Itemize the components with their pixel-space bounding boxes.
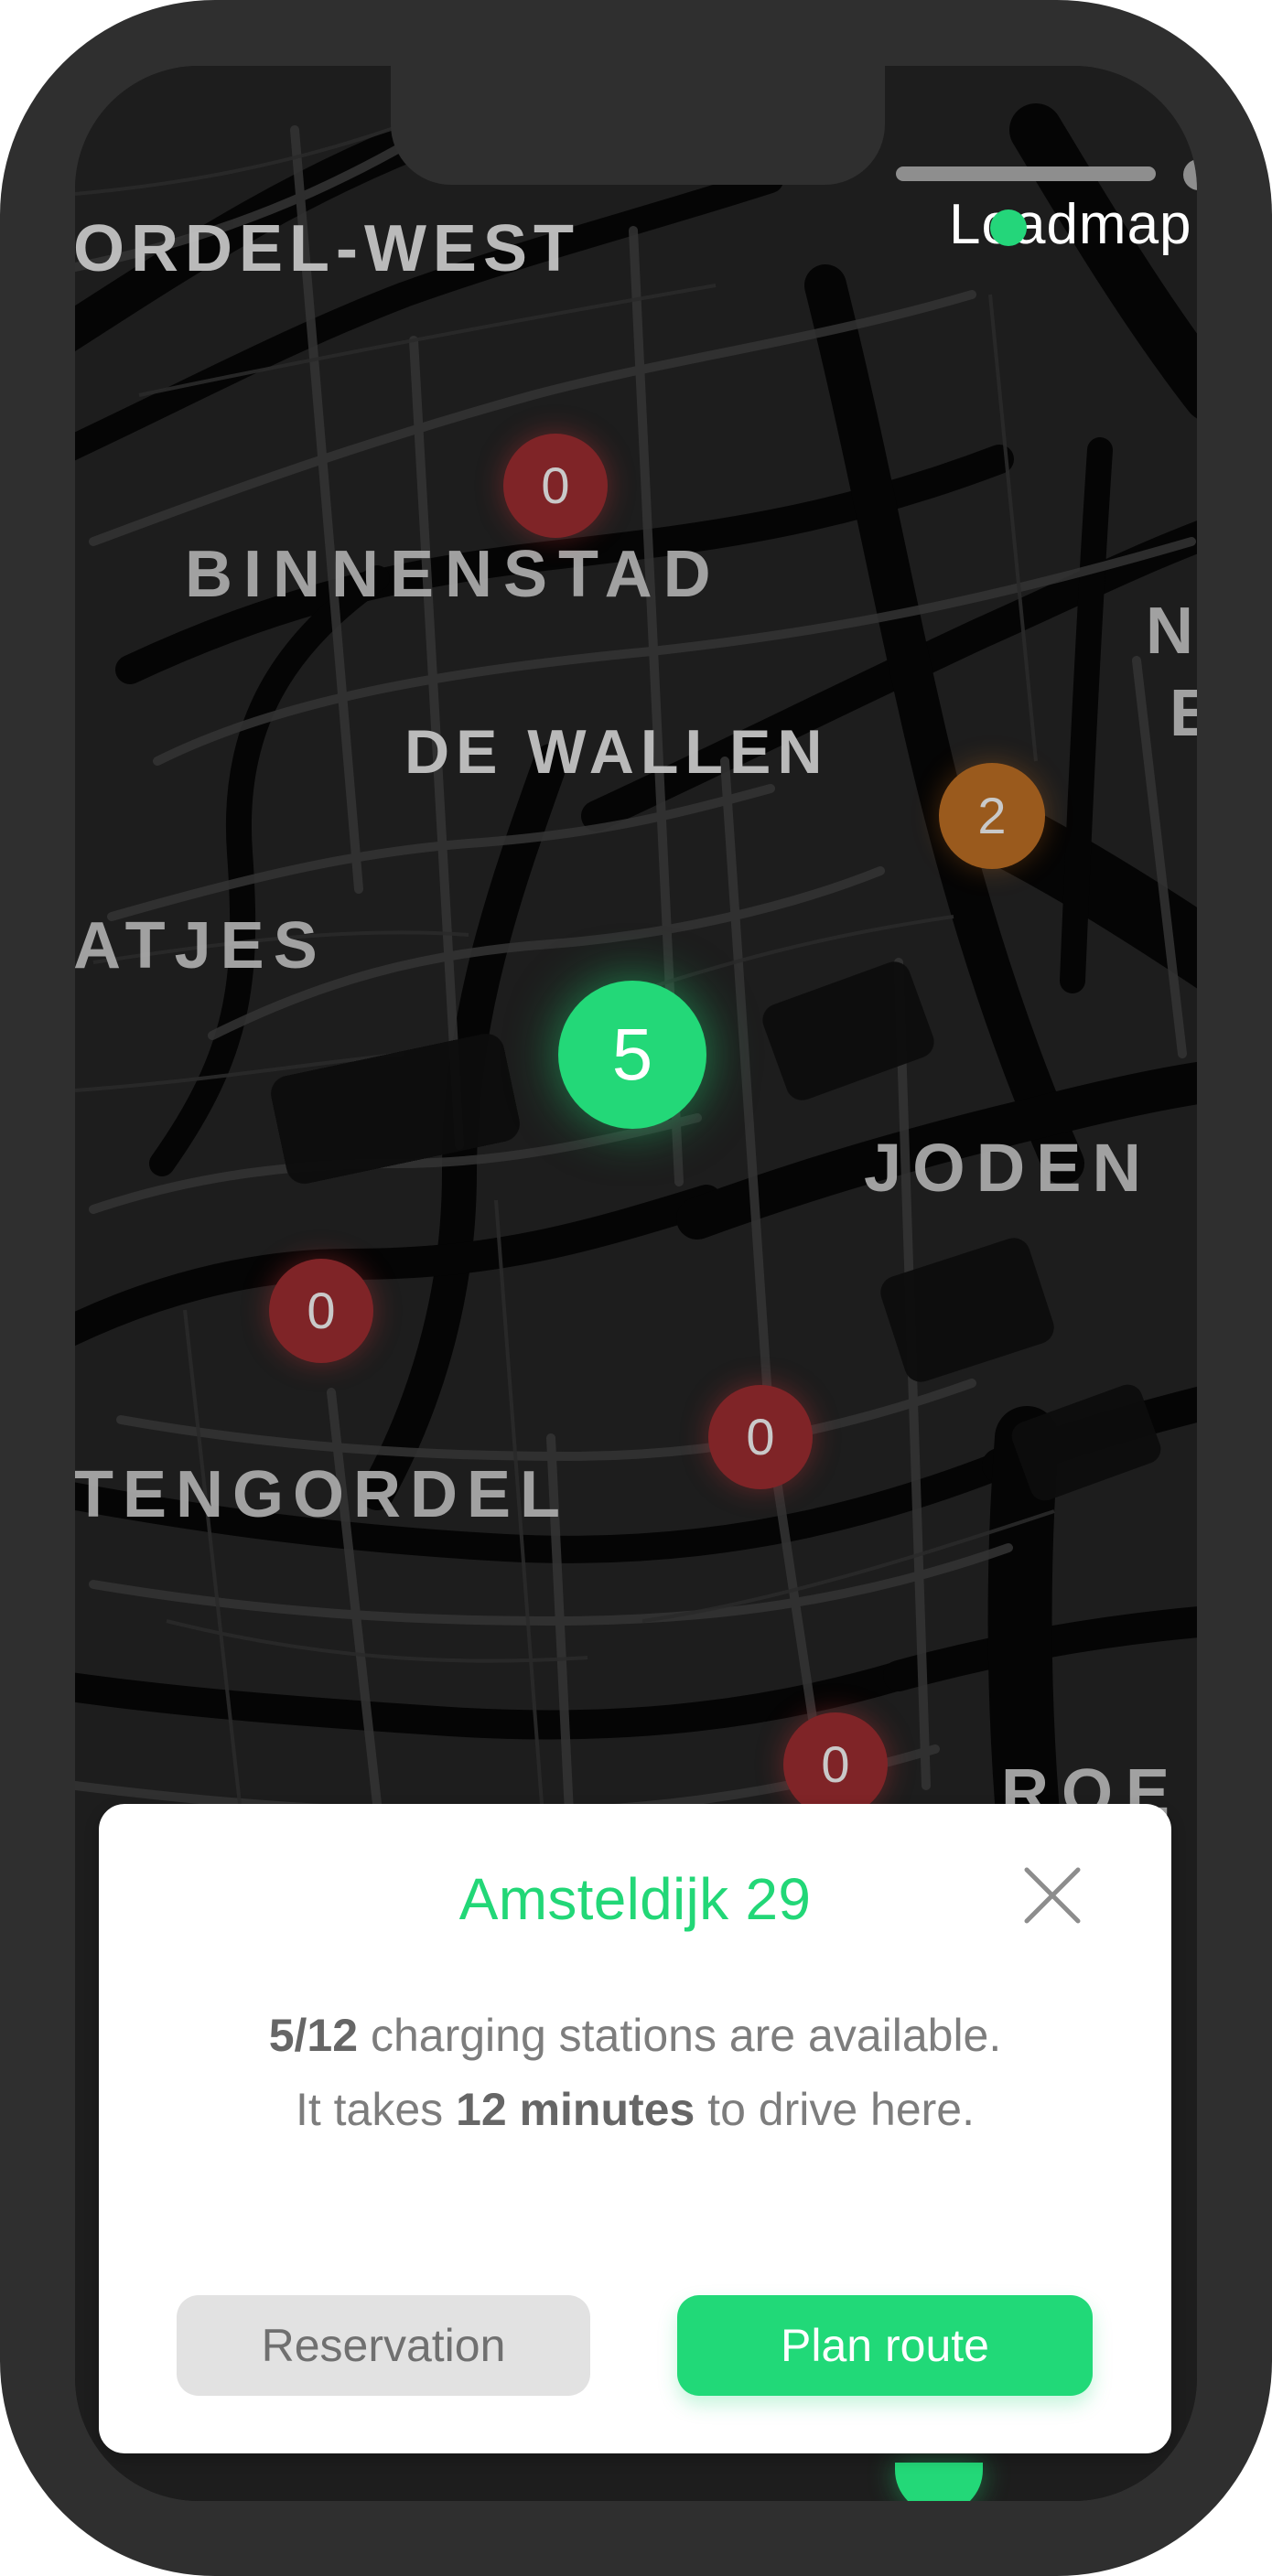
map-label-district: TENGORDEL: [75, 1458, 570, 1531]
available-count: 5/12: [268, 2010, 359, 2061]
travel-time-suffix: to drive here.: [695, 2084, 975, 2135]
charging-marker[interactable]: 0: [503, 434, 608, 538]
app-logo: Loadmap: [949, 193, 1192, 256]
map-label-district: BINNENSTAD: [185, 538, 722, 611]
availability-description: charging stations are available.: [358, 2010, 1002, 2061]
travel-time-text: It takes 12 minutes to drive here.: [99, 2087, 1171, 2132]
travel-time-value: 12 minutes: [456, 2084, 695, 2135]
device-notch: [391, 66, 1197, 190]
travel-time-prefix: It takes: [295, 2084, 457, 2135]
map-label-district: ORDEL-WEST: [75, 212, 580, 285]
reservation-button[interactable]: Reservation: [177, 2295, 590, 2396]
close-button[interactable]: [1023, 1866, 1082, 1925]
charging-marker-partial[interactable]: [895, 2463, 983, 2501]
station-info-card: Amsteldijk 29 5/12 charging stations are…: [99, 1804, 1171, 2453]
plan-route-button[interactable]: Plan route: [677, 2295, 1093, 2396]
close-icon: [1024, 1867, 1081, 1924]
map-label-district: E: [1170, 677, 1197, 750]
map-label-district: JODEN: [864, 1130, 1152, 1206]
charging-marker[interactable]: 0: [783, 1712, 888, 1817]
charging-marker[interactable]: 0: [269, 1259, 373, 1363]
availability-text: 5/12 charging stations are available.: [99, 2012, 1171, 2058]
map-label-district: ATJES: [75, 909, 327, 982]
station-title: Amsteldijk 29: [458, 1866, 812, 1932]
selected-charging-marker[interactable]: 5: [558, 981, 706, 1129]
phone-frame: Loadmap ORDEL-WEST BINNENSTAD DE WALLEN …: [0, 0, 1272, 2576]
charging-marker[interactable]: 0: [708, 1385, 813, 1489]
map-label-district: DE WALLEN: [404, 717, 829, 787]
speaker-icon: [896, 166, 1156, 181]
map-label-district: N: [1146, 595, 1193, 668]
map-screen[interactable]: Loadmap ORDEL-WEST BINNENSTAD DE WALLEN …: [75, 66, 1197, 2501]
charging-marker[interactable]: 2: [939, 763, 1045, 869]
logo-location-dot-icon: [990, 209, 1027, 246]
